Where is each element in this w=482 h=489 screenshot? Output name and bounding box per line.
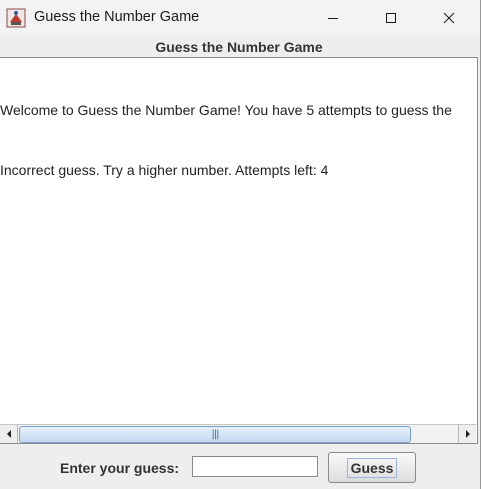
- guess-input[interactable]: [192, 456, 318, 477]
- arrow-left-icon: [6, 430, 11, 438]
- input-row: Enter your guess: Guess: [0, 446, 478, 489]
- close-icon: [443, 12, 455, 24]
- window-title: Guess the Number Game: [34, 9, 200, 25]
- maximize-button[interactable]: [368, 0, 414, 36]
- horizontal-scrollbar[interactable]: |||: [0, 424, 476, 443]
- maximize-icon: [386, 13, 396, 23]
- scrollbar-thumb[interactable]: |||: [19, 426, 411, 443]
- page-title: Guess the Number Game: [155, 39, 323, 55]
- grip-icon: |||: [211, 428, 219, 440]
- output-line: Incorrect guess. Try a higher number. At…: [0, 162, 329, 178]
- minimize-button[interactable]: [310, 0, 356, 36]
- title-bar[interactable]: Guess the Number Game: [0, 0, 480, 36]
- arrow-right-icon: [465, 430, 470, 438]
- java-cup-icon: [6, 8, 26, 28]
- scroll-left-button[interactable]: [0, 425, 18, 443]
- app-window: Guess the Number Game Guess the Number G…: [0, 0, 481, 489]
- guess-button[interactable]: Guess: [328, 452, 416, 483]
- guess-button-label: Guess: [346, 457, 398, 478]
- guess-label: Enter your guess:: [60, 460, 180, 476]
- output-text-area[interactable]: Welcome to Guess the Number Game! You ha…: [0, 60, 476, 424]
- output-scroll-pane[interactable]: Welcome to Guess the Number Game! You ha…: [0, 57, 478, 444]
- close-button[interactable]: [426, 0, 472, 36]
- output-line: Welcome to Guess the Number Game! You ha…: [0, 102, 452, 118]
- scroll-right-button[interactable]: [458, 425, 476, 443]
- minimize-icon: [328, 18, 338, 19]
- scrollbar-track[interactable]: |||: [18, 425, 457, 443]
